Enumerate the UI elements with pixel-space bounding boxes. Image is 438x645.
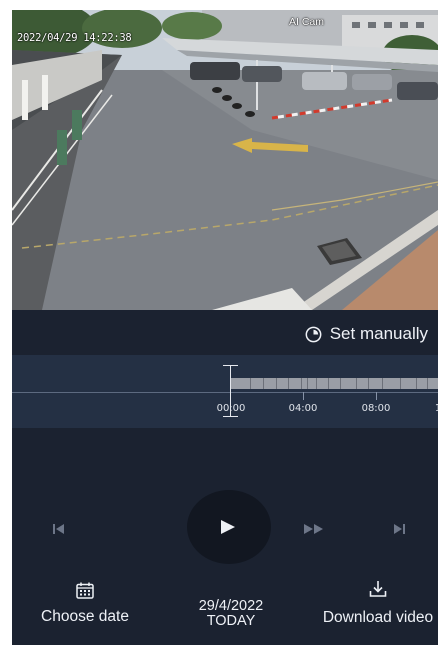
playback-screen: 2022/04/29 14:22:38 AI Cam Set manually … xyxy=(12,10,438,645)
date-today-label: TODAY xyxy=(206,613,256,629)
choose-date-label: Choose date xyxy=(41,608,129,625)
set-manually-button[interactable]: Set manually xyxy=(305,324,428,344)
set-manually-label: Set manually xyxy=(329,324,428,343)
download-video-label: Download video xyxy=(322,609,434,626)
camera-timestamp: 2022/04/29 14:22:38 xyxy=(17,32,132,44)
choose-date-button[interactable]: Choose date xyxy=(35,578,135,626)
camera-name: AI Cam xyxy=(289,16,325,28)
calendar-icon xyxy=(76,582,94,599)
mode-bar: Set manually xyxy=(12,310,438,355)
playhead-cap-bottom xyxy=(223,416,238,417)
play-icon xyxy=(221,520,235,534)
clock-icon xyxy=(305,326,322,342)
date-value: 29/4/2022 xyxy=(198,598,264,614)
download-icon xyxy=(369,581,387,597)
skip-previous-icon[interactable] xyxy=(52,523,66,535)
bottom-actions: Choose date 29/4/2022 TODAY Download vid… xyxy=(12,578,438,645)
skip-next-icon[interactable] xyxy=(392,523,406,535)
playback-controls xyxy=(12,428,438,578)
recorded-segment[interactable] xyxy=(230,378,438,389)
timeline-tick xyxy=(303,392,304,400)
timeline-scrubber[interactable]: 00:00 04:00 08:00 1 xyxy=(12,355,438,428)
fast-forward-icon[interactable] xyxy=(303,523,325,535)
playhead-cap-top xyxy=(223,365,238,366)
camera-video-frame[interactable]: 2022/04/29 14:22:38 AI Cam xyxy=(12,10,438,310)
timeline-axis xyxy=(12,392,438,393)
play-button[interactable] xyxy=(187,490,271,564)
selected-date: 29/4/2022 TODAY xyxy=(186,598,276,629)
timeline-label: 04:00 xyxy=(288,403,318,414)
timeline-label: 08:00 xyxy=(361,403,391,414)
download-video-button[interactable]: Download video xyxy=(313,578,438,627)
timeline-label: 00:00 xyxy=(216,403,246,414)
parking-lot-scene xyxy=(12,10,438,310)
timeline-tick xyxy=(376,392,377,400)
